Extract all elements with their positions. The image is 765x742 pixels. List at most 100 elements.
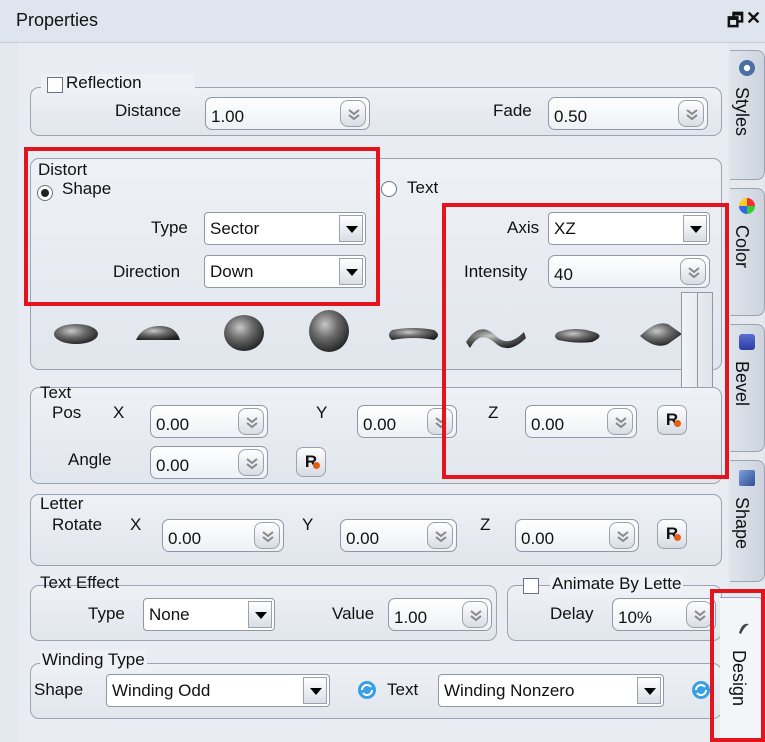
rotate-x-spin-icon[interactable] [254, 522, 280, 549]
effect-value-field[interactable]: 1.00 [388, 598, 492, 631]
rotate-reset-button[interactable]: R [657, 519, 687, 549]
pos-label: Pos [52, 403, 82, 422]
axis-value: XZ [554, 219, 576, 238]
preset-sphere-large-icon[interactable] [309, 310, 349, 352]
preset-point-icon[interactable] [640, 323, 682, 346]
distort-label: Distort [38, 160, 88, 179]
preset-capsule-icon[interactable] [389, 328, 438, 340]
preset-lens-icon[interactable] [136, 326, 180, 340]
refresh-icon[interactable] [690, 679, 712, 701]
winding-shape-value: Winding Odd [112, 681, 211, 700]
pos-y-label: Y [316, 403, 328, 422]
pos-x-field[interactable]: 0.00 [150, 405, 268, 438]
winding-text-label: Text [387, 680, 419, 699]
winding-shape-label: Shape [34, 680, 84, 699]
rotate-z-label: Z [480, 515, 491, 534]
angle-label: Angle [68, 450, 112, 469]
reflection-checkbox[interactable] [47, 77, 63, 93]
tab-bevel-label: Bevel [732, 361, 752, 407]
rotate-label: Rotate [52, 515, 103, 534]
rotate-y-field[interactable]: 0.00 [340, 519, 457, 552]
intensity-field[interactable]: 40 [548, 255, 710, 288]
axis-label: Axis [507, 218, 540, 237]
pos-reset-button[interactable]: R [657, 405, 687, 435]
restore-icon[interactable]: 🗗 [727, 8, 744, 38]
effect-value-spin-icon[interactable] [462, 601, 488, 628]
rotate-z-spin-icon[interactable] [609, 522, 635, 549]
palette-icon [739, 198, 755, 214]
winding-label: Winding Type [40, 650, 147, 670]
winding-shape-dropdown-icon[interactable] [303, 677, 327, 704]
effect-value-value: 1.00 [394, 608, 428, 627]
type-dropdown-icon[interactable] [339, 215, 363, 242]
rotate-y-label: Y [302, 515, 314, 534]
direction-select[interactable]: Down [204, 255, 366, 288]
angle-field[interactable]: 0.00 [150, 446, 268, 479]
refresh-icon[interactable] [356, 679, 378, 701]
delay-label: Delay [550, 604, 594, 623]
preset-wave-icon[interactable] [466, 329, 526, 349]
rotate-z-field[interactable]: 0.00 [515, 519, 639, 552]
rotate-y-spin-icon[interactable] [427, 522, 453, 549]
intensity-label: Intensity [464, 262, 528, 281]
letter-group-label: Letter [40, 494, 84, 513]
angle-reset-button[interactable]: R [296, 447, 326, 477]
fade-field[interactable]: 0.50 [548, 97, 708, 130]
design-icon [736, 620, 752, 636]
animate-checkbox[interactable] [523, 578, 539, 594]
rotate-x-label: X [130, 515, 142, 534]
angle-value: 0.00 [156, 456, 190, 475]
pos-z-field[interactable]: 0.00 [525, 405, 637, 438]
tab-color[interactable]: Color [730, 188, 765, 316]
intensity-spin-icon[interactable] [680, 258, 706, 285]
preset-pinch-icon[interactable] [555, 329, 600, 343]
effect-type-dropdown-icon[interactable] [248, 601, 272, 628]
rotate-x-value: 0.00 [168, 529, 202, 548]
fade-value: 0.50 [554, 107, 588, 126]
shape-presets [54, 310, 682, 352]
fade-spin-icon[interactable] [678, 100, 704, 127]
text-effect-label: Text Effect [40, 573, 120, 592]
tab-shape[interactable]: Shape [730, 460, 765, 582]
direction-dropdown-icon[interactable] [339, 258, 363, 285]
delay-value: 10% [618, 608, 653, 627]
pos-z-spin-icon[interactable] [607, 408, 633, 435]
winding-shape-select[interactable]: Winding Odd [106, 674, 330, 707]
angle-spin-icon[interactable] [238, 449, 264, 476]
direction-value: Down [210, 262, 254, 281]
axis-select[interactable]: XZ [548, 212, 710, 245]
tab-bevel[interactable]: Bevel [730, 324, 765, 452]
pos-x-label: X [113, 403, 125, 422]
pos-z-value: 0.00 [531, 415, 565, 434]
preset-ellipse-icon[interactable] [54, 324, 98, 344]
pos-y-field[interactable]: 0.00 [357, 405, 457, 438]
distance-label: Distance [115, 101, 182, 120]
pos-y-spin-icon[interactable] [427, 408, 453, 435]
winding-text-select[interactable]: Winding Nonzero [438, 674, 664, 707]
title-bar [0, 0, 765, 43]
delay-spin-icon[interactable] [686, 601, 712, 628]
shape-tab-icon [739, 470, 755, 486]
intensity-value: 40 [554, 265, 573, 284]
axis-dropdown-icon[interactable] [683, 215, 707, 242]
rotate-x-field[interactable]: 0.00 [162, 519, 284, 552]
winding-text-dropdown-icon[interactable] [637, 677, 661, 704]
effect-type-label: Type [88, 604, 125, 623]
delay-field[interactable]: 10% [612, 598, 716, 631]
tab-styles[interactable]: Styles [730, 50, 765, 180]
pos-x-value: 0.00 [156, 415, 190, 434]
distance-spin-icon[interactable] [340, 100, 366, 127]
close-icon[interactable]: ✕ [746, 8, 761, 29]
text-radio[interactable] [381, 181, 397, 197]
text-radio-label: Text [407, 178, 439, 197]
distance-field[interactable]: 1.00 [205, 97, 370, 130]
effect-value-label: Value [332, 604, 375, 623]
pos-x-spin-icon[interactable] [238, 408, 264, 435]
preset-sphere-small-icon[interactable] [224, 315, 264, 351]
bevel-icon [739, 334, 755, 350]
effect-type-select[interactable]: None [143, 598, 275, 631]
type-select[interactable]: Sector [204, 212, 366, 245]
shape-radio[interactable] [37, 185, 53, 201]
styles-icon [739, 60, 755, 76]
tab-design[interactable]: Design [720, 597, 765, 740]
